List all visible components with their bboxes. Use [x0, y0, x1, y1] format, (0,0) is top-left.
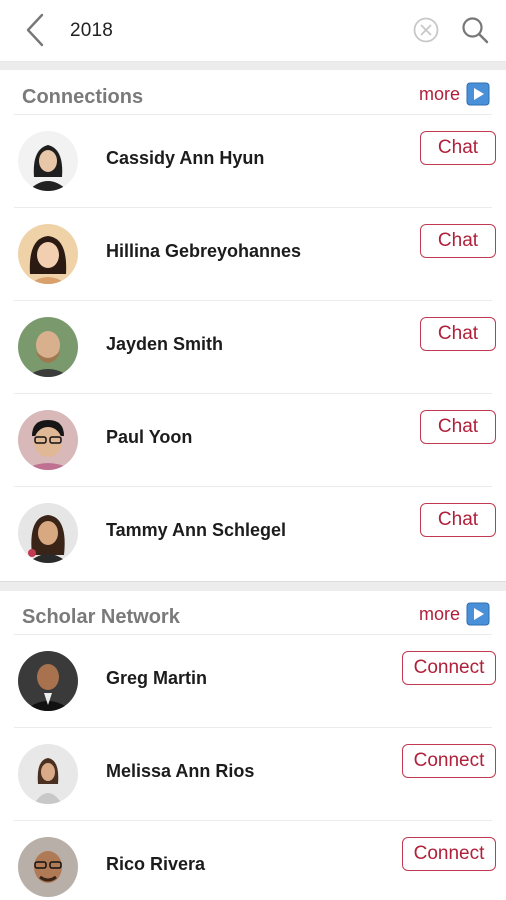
avatar — [18, 503, 78, 563]
contact-name: Hillina Gebreyohannes — [106, 241, 302, 261]
avatar — [18, 837, 78, 897]
play-arrow-icon — [466, 82, 490, 106]
chat-button[interactable]: Chat — [420, 410, 496, 444]
avatar — [18, 651, 78, 711]
avatar — [18, 410, 78, 470]
contact-name: Rico Rivera — [106, 854, 206, 874]
chevron-left-icon[interactable] — [22, 12, 52, 48]
search-bar: 2018 — [0, 0, 506, 62]
contact-name: Jayden Smith — [106, 334, 224, 354]
chat-button[interactable]: Chat — [420, 131, 496, 165]
play-arrow-icon — [466, 602, 490, 626]
chat-button[interactable]: Chat — [420, 503, 496, 537]
section-divider — [0, 62, 506, 70]
contact-name: Paul Yoon — [106, 427, 193, 447]
clear-circle-icon[interactable] — [412, 16, 440, 44]
contact-name: Cassidy Ann Hyun — [106, 148, 265, 168]
search-query[interactable]: 2018 — [70, 20, 113, 42]
connect-button[interactable]: Connect — [402, 744, 496, 778]
list-item[interactable]: Melissa Ann Rios Connect — [14, 727, 496, 820]
more-label: more — [418, 603, 460, 624]
more-label: more — [418, 83, 460, 104]
avatar — [18, 317, 78, 377]
scholar-network-title: Scholar Network — [22, 606, 180, 628]
list-item[interactable]: Cassidy Ann Hyun Chat — [14, 114, 496, 207]
list-item[interactable]: Paul Yoon Chat — [14, 393, 496, 486]
section-divider — [0, 581, 506, 591]
chat-button[interactable]: Chat — [420, 224, 496, 258]
connect-button[interactable]: Connect — [402, 651, 496, 685]
connect-button[interactable]: Connect — [402, 837, 496, 871]
connections-title: Connections — [22, 86, 144, 108]
list-item[interactable]: Jayden Smith Chat — [14, 300, 496, 393]
list-item[interactable]: Tammy Ann Schlegel Chat — [14, 486, 496, 579]
contact-name: Melissa Ann Rios — [106, 761, 255, 781]
avatar — [18, 224, 78, 284]
connections-more-link[interactable]: more — [419, 82, 490, 106]
avatar — [18, 131, 78, 191]
chat-button[interactable]: Chat — [420, 317, 496, 351]
scholar-network-more-link[interactable]: more — [419, 602, 490, 626]
search-icon[interactable] — [460, 15, 490, 45]
list-item[interactable]: Greg Martin Connect — [14, 634, 496, 727]
avatar — [18, 744, 78, 804]
scholar-network-header: Scholar Network more — [0, 592, 506, 636]
contact-name: Greg Martin — [106, 668, 208, 688]
list-item[interactable]: Rico Rivera Connect — [14, 820, 496, 900]
connections-header: Connections more — [0, 72, 506, 116]
list-item[interactable]: Hillina Gebreyohannes Chat — [14, 207, 496, 300]
contact-name: Tammy Ann Schlegel — [106, 520, 287, 540]
